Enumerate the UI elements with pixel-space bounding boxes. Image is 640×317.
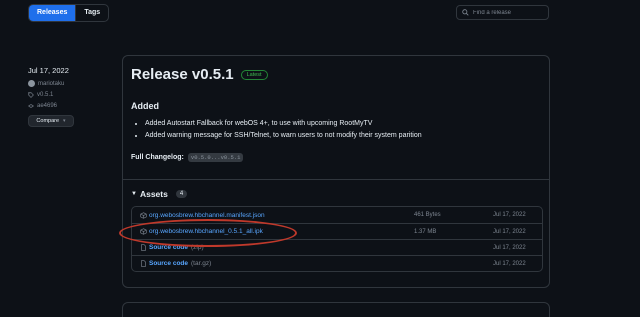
- asset-row: Source code (zip) Jul 17, 2022: [132, 239, 542, 255]
- changelog-link[interactable]: v0.5.0...v0.5.1: [187, 153, 244, 162]
- file-zip-icon: [141, 260, 146, 267]
- file-zip-icon: [141, 244, 146, 251]
- chevron-down-icon: ▾: [63, 118, 66, 124]
- asset-row: org.webosbrew.hbchannel_0.5.1_all.ipk 1.…: [132, 223, 542, 239]
- tag-name[interactable]: v0.5.1: [37, 92, 53, 98]
- asset-ext: (tar.gz): [191, 260, 212, 267]
- list-item: Added warning message for SSH/Telnet, to…: [145, 132, 422, 139]
- divider: [123, 179, 549, 180]
- asset-link[interactable]: Source code: [149, 260, 188, 267]
- tab-releases[interactable]: Releases: [29, 5, 76, 21]
- release-title-row: Release v0.5.1 Latest: [131, 66, 268, 83]
- caret-down-icon: ▼: [131, 191, 137, 197]
- asset-date: Jul 17, 2022: [493, 260, 526, 267]
- asset-row: org.webosbrew.hbchannel.manifest.json 46…: [132, 207, 542, 223]
- asset-link[interactable]: org.webosbrew.hbchannel.manifest.json: [149, 212, 265, 219]
- asset-row: Source code (tar.gz) Jul 17, 2022: [132, 255, 542, 271]
- release-date: Jul 17, 2022: [28, 66, 69, 75]
- next-release-card: [122, 302, 550, 317]
- asset-date: Jul 17, 2022: [493, 212, 526, 218]
- compare-label: Compare: [36, 118, 60, 124]
- assets-list: org.webosbrew.hbchannel.manifest.json 46…: [131, 206, 543, 272]
- asset-date: Jul 17, 2022: [493, 244, 526, 251]
- search-icon: [462, 9, 469, 16]
- full-changelog: Full Changelog: v0.5.0...v0.5.1: [131, 153, 244, 162]
- assets-label: Assets: [139, 189, 168, 199]
- commit-hash[interactable]: ae4696: [37, 103, 57, 109]
- search-input[interactable]: [473, 9, 547, 16]
- assets-toggle[interactable]: ▼ Assets 4: [131, 189, 188, 199]
- asset-size: 461 Bytes: [414, 212, 441, 218]
- changelog-label: Full Changelog:: [131, 154, 184, 161]
- release-tabs: Releases Tags: [28, 4, 110, 22]
- compare-button[interactable]: Compare ▾: [28, 115, 74, 127]
- release-notes: Added Autostart Fallback for webOS 4+, t…: [145, 120, 422, 144]
- commit-icon: [28, 104, 34, 108]
- avatar: [28, 80, 35, 87]
- asset-date: Jul 17, 2022: [493, 228, 526, 235]
- list-item: Added Autostart Fallback for webOS 4+, t…: [145, 120, 422, 127]
- author-name[interactable]: mariotaku: [38, 81, 64, 87]
- author-row[interactable]: mariotaku: [28, 80, 74, 87]
- asset-link[interactable]: Source code: [149, 244, 188, 251]
- latest-badge: Latest: [240, 69, 268, 80]
- tab-tags[interactable]: Tags: [75, 5, 108, 21]
- tag-icon: [28, 92, 34, 98]
- package-icon: [140, 211, 147, 219]
- section-heading: Added: [131, 101, 159, 111]
- release-card: Release v0.5.1 Latest Added Added Autost…: [122, 55, 550, 288]
- release-meta: Jul 17, 2022 mariotaku v0.5.1 ae4696 Com…: [28, 66, 74, 127]
- tag-row[interactable]: v0.5.1: [28, 92, 74, 98]
- asset-size: 1.37 MB: [414, 228, 437, 235]
- asset-ext: (zip): [191, 244, 204, 251]
- asset-link[interactable]: org.webosbrew.hbchannel_0.5.1_all.ipk: [149, 228, 263, 235]
- package-icon: [140, 228, 147, 235]
- assets-count: 4: [175, 190, 188, 198]
- release-title[interactable]: Release v0.5.1: [131, 66, 234, 83]
- release-search[interactable]: [456, 5, 549, 20]
- commit-row[interactable]: ae4696: [28, 103, 74, 109]
